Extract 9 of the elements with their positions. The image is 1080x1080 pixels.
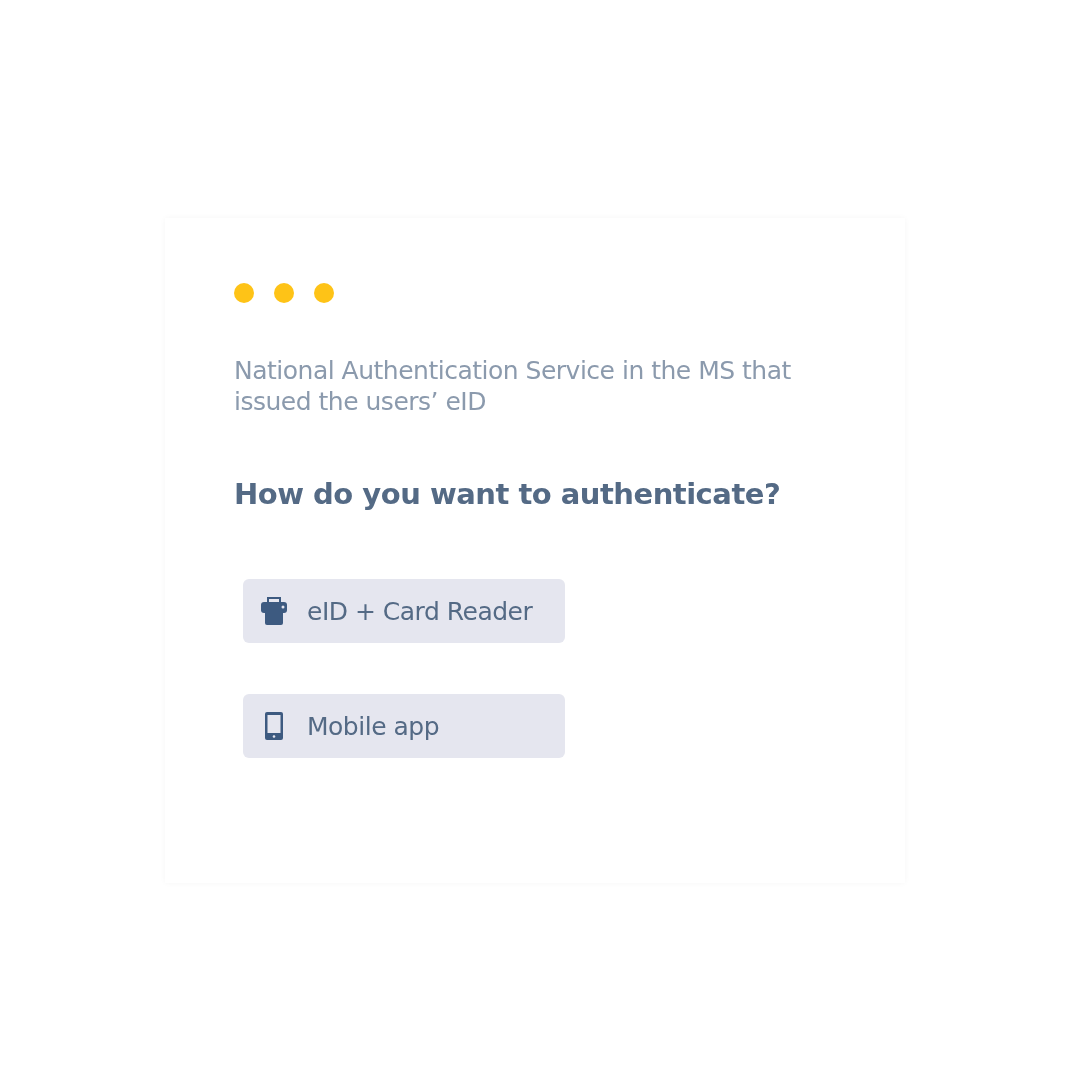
service-name: National Authentication Service in the MS that issued the users’ eID — [234, 355, 792, 417]
smartphone-icon — [264, 711, 284, 741]
option-button[interactable]: Mobile app — [243, 694, 565, 758]
window-dot — [234, 283, 254, 303]
option-button[interactable]: eID + Card Reader — [243, 579, 565, 643]
window-dot — [274, 283, 294, 303]
question-heading: How do you want to authenticate? — [234, 477, 782, 511]
printer-icon — [259, 596, 289, 626]
window-dot — [314, 283, 334, 303]
